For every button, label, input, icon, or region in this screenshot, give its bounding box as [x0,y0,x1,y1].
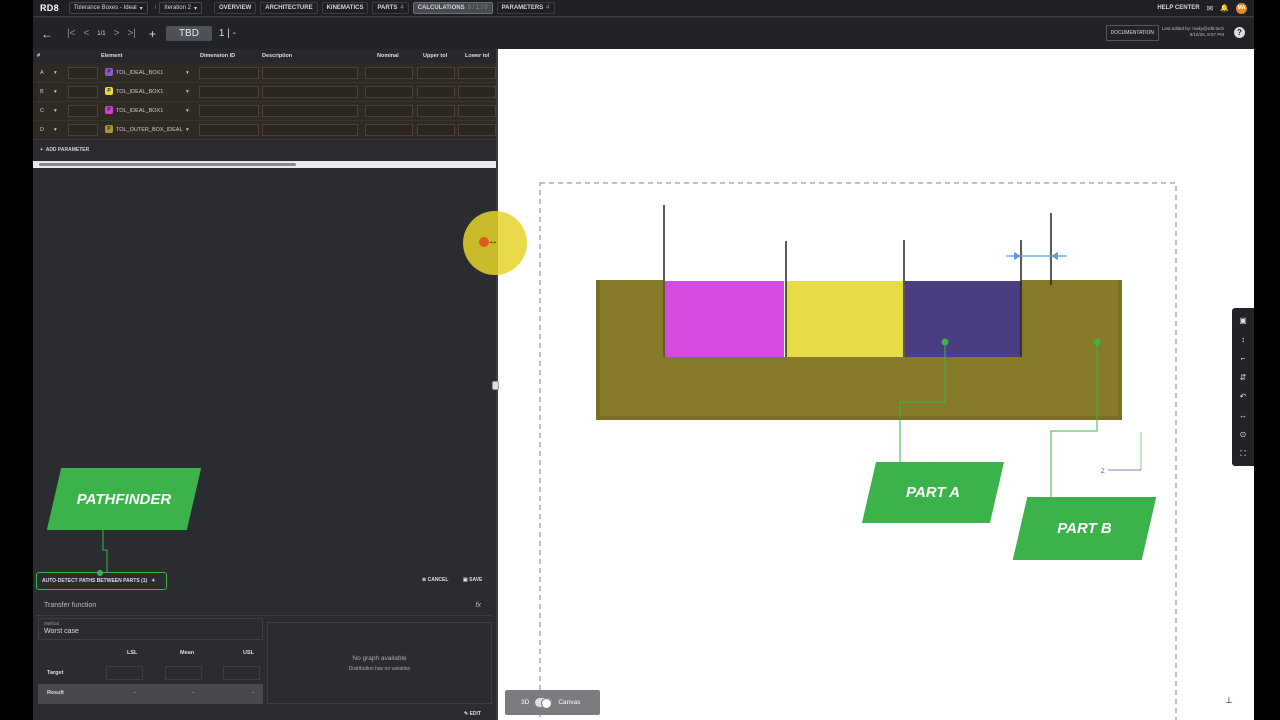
focus-icon[interactable]: ⊙ [1240,425,1247,444]
fullscreen-icon[interactable]: ⛶ [1240,444,1246,463]
undo-icon[interactable]: ↶ [1240,387,1247,406]
toggle-3d-label: 3D [521,699,530,706]
angle-icon[interactable]: ⌐ [1241,349,1246,368]
viewport-toolbar: ▣ ↕ ⌐ ⇵ ↶ ↔ ⊙ ⛶ [1232,308,1254,466]
pathfinder-anchor [97,570,103,576]
axis-z-label: Z [1101,469,1105,475]
app-window: RD8 Tolerance Boxes - Ideal ▾ / Iteration… [33,0,1254,720]
pathfinder-leader [102,530,108,573]
toggle-canvas-label: Canvas [558,699,581,706]
part-b-anchor [1093,338,1101,346]
resize-cursor-icon: ↔ [488,236,498,247]
arrow-head [1051,252,1058,260]
arrow-head [1014,252,1021,260]
box-magenta[interactable] [665,281,784,357]
canvas-boundary [539,182,1177,720]
box-purple-part-a[interactable] [905,281,1021,357]
part-a-anchor [941,338,949,346]
viewport-drawing: Z [97,182,1177,720]
image-icon[interactable]: ▣ [1239,311,1247,330]
origin-icon: ⊥ [1225,695,1233,705]
align-icon[interactable]: ⇵ [1240,368,1247,387]
measure-icon[interactable]: ↕ [1241,330,1245,349]
spread-icon[interactable]: ↔ [1239,406,1247,425]
part-a-callout: PART A [906,484,960,501]
part-b-callout: PART B [1057,520,1112,537]
view-mode-toggle[interactable]: 3D Canvas [505,690,600,715]
box-yellow[interactable] [786,281,903,357]
toggle-switch[interactable] [535,698,553,709]
